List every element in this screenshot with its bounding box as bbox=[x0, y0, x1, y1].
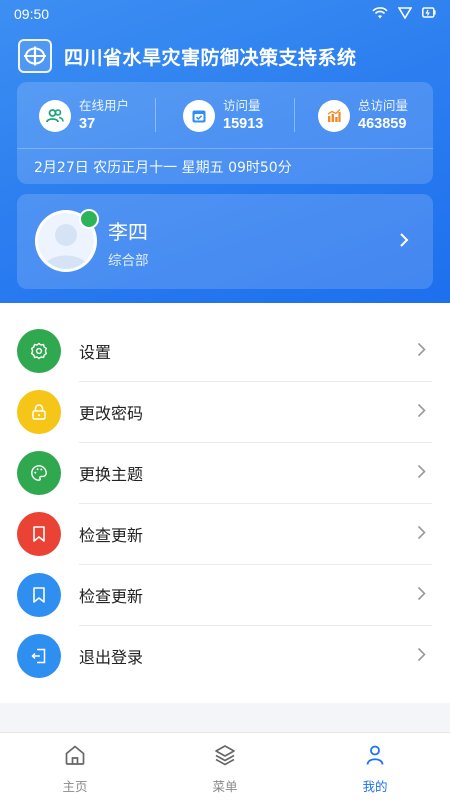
stat-total-visits: 总访问量 463859 bbox=[318, 96, 408, 136]
app-logo bbox=[18, 39, 52, 73]
tab-label: 主页 bbox=[62, 779, 88, 794]
bookmark-icon bbox=[33, 526, 45, 542]
logo-icon bbox=[24, 46, 46, 66]
battery-icon bbox=[422, 7, 436, 18]
tab-home[interactable]: 主页 bbox=[0, 733, 150, 800]
home-icon bbox=[65, 745, 85, 765]
stat-divider bbox=[155, 98, 156, 132]
menu-icon-wrap bbox=[17, 634, 61, 678]
chevron-right-icon bbox=[417, 586, 426, 601]
stat-icon-wrap bbox=[183, 100, 215, 132]
stat-divider bbox=[294, 98, 295, 132]
menu-item-check-update[interactable]: 检查更新 bbox=[0, 504, 450, 565]
menu-icon-wrap bbox=[17, 512, 61, 556]
bottom-tab-bar: 主页 菜单 我的 bbox=[0, 732, 450, 800]
bookmark-icon bbox=[33, 587, 45, 603]
stat-label: 总访问量 bbox=[358, 98, 409, 113]
stat-icon-wrap bbox=[318, 100, 350, 132]
bar-chart-icon bbox=[327, 109, 341, 122]
user-name: 李四 bbox=[108, 220, 148, 244]
stat-online-users: 在线用户 37 bbox=[39, 96, 129, 136]
menu-item-label: 更换主题 bbox=[79, 465, 144, 484]
stat-value: 15913 bbox=[223, 116, 264, 132]
chevron-right-icon bbox=[417, 647, 426, 662]
menu-item-logout[interactable]: 退出登录 bbox=[0, 626, 450, 687]
users-icon bbox=[46, 109, 64, 123]
stat-value: 37 bbox=[79, 116, 96, 132]
header: 09:50 四川省水旱灾害防御决策支持系统 在线用户 37 访问量 15913 … bbox=[0, 0, 450, 303]
menu-icon-wrap bbox=[17, 451, 61, 495]
tab-label: 菜单 bbox=[212, 779, 238, 794]
user-profile-card[interactable]: 李四 综合部 bbox=[17, 194, 433, 289]
menu-item-label: 更改密码 bbox=[79, 404, 144, 423]
menu-icon-wrap bbox=[17, 390, 61, 434]
tab-label: 我的 bbox=[362, 779, 388, 794]
date-line: 2月27日 农历正月十一 星期五 09时50分 bbox=[34, 160, 292, 176]
status-time: 09:50 bbox=[14, 6, 50, 22]
palette-icon bbox=[31, 465, 47, 481]
menu-item-settings[interactable]: 设置 bbox=[0, 321, 450, 382]
menu-item-label: 设置 bbox=[79, 343, 112, 362]
lock-icon bbox=[32, 404, 46, 420]
stat-visits: 访问量 15913 bbox=[183, 96, 263, 136]
status-bar: 09:50 bbox=[0, 0, 450, 28]
menu-item-label: 检查更新 bbox=[79, 526, 144, 545]
layers-icon bbox=[215, 745, 235, 766]
tab-mine[interactable]: 我的 bbox=[300, 733, 450, 800]
user-department: 综合部 bbox=[108, 253, 149, 269]
chevron-right-icon bbox=[417, 403, 426, 418]
status-icons bbox=[372, 6, 436, 19]
wifi-icon bbox=[372, 7, 388, 19]
menu-item-label: 检查更新 bbox=[79, 587, 144, 606]
chevron-right-icon bbox=[417, 342, 426, 357]
app-title: 四川省水旱灾害防御决策支持系统 bbox=[64, 46, 357, 69]
logout-icon bbox=[31, 648, 46, 664]
stat-label: 访问量 bbox=[223, 98, 261, 113]
stat-label: 在线用户 bbox=[79, 98, 130, 113]
menu-item-label: 退出登录 bbox=[79, 648, 144, 667]
signal-icon bbox=[398, 7, 412, 19]
stats-divider bbox=[17, 148, 433, 149]
chevron-right-icon bbox=[417, 525, 426, 540]
gear-icon bbox=[30, 342, 48, 360]
menu-icon-wrap bbox=[17, 573, 61, 617]
tab-menu[interactable]: 菜单 bbox=[150, 733, 300, 800]
menu-icon-wrap bbox=[17, 329, 61, 373]
chevron-right-icon bbox=[417, 464, 426, 479]
menu-item-change-password[interactable]: 更改密码 bbox=[0, 382, 450, 443]
menu-item-change-theme[interactable]: 更换主题 bbox=[0, 443, 450, 504]
calendar-icon bbox=[192, 110, 206, 123]
chevron-right-icon bbox=[400, 233, 409, 247]
person-icon bbox=[366, 745, 384, 765]
stat-icon-wrap bbox=[39, 100, 71, 132]
title-bar: 四川省水旱灾害防御决策支持系统 bbox=[18, 38, 432, 74]
stats-card: 在线用户 37 访问量 15913 总访问量 463859 2月27日 农历正月… bbox=[17, 82, 433, 184]
menu-item-check-update-2[interactable]: 检查更新 bbox=[0, 565, 450, 626]
menu-list: 设置 更改密码 更换主题 检查更新 检查更新 退出登录 bbox=[0, 303, 450, 703]
online-status-dot bbox=[79, 209, 99, 229]
stat-value: 463859 bbox=[358, 116, 407, 132]
